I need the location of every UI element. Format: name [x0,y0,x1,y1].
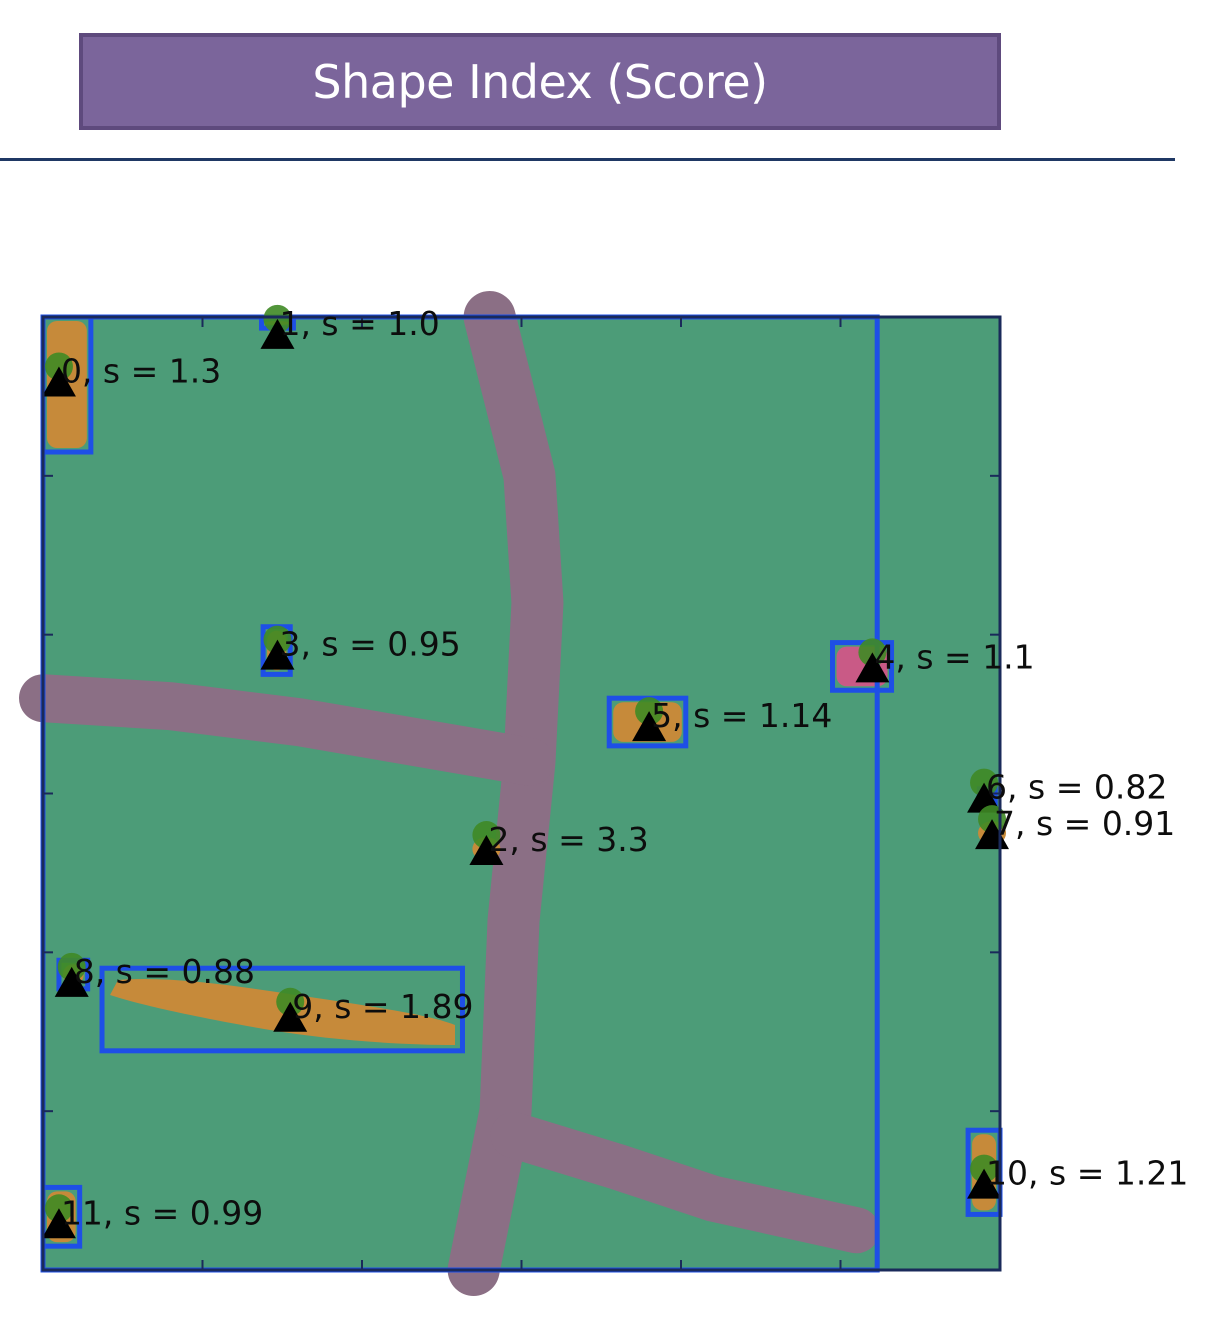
point-label-11: 11, s = 0.99 [61,1193,263,1232]
point-label-1: 1, s = 1.0 [279,304,439,343]
point-label-4: 4, s = 1.1 [874,637,1034,676]
point-label-8: 8, s = 0.88 [74,952,255,991]
point-label-2: 2, s = 3.3 [488,820,648,859]
point-label-6: 6, s = 0.82 [986,768,1167,807]
point-label-10: 10, s = 1.21 [986,1154,1188,1193]
shape-index-plot: 0, s = 1.3 1, s = 1.0 2, s = 3.3 3, s = 0.9… [19,291,1188,1296]
point-label-3: 3, s = 0.95 [279,625,460,664]
point-label-5: 5, s = 1.14 [651,696,832,735]
point-label-0: 0, s = 1.3 [61,351,221,390]
point-label-9: 9, s = 1.89 [292,987,473,1026]
point-label-7: 7, s = 0.91 [994,804,1175,843]
